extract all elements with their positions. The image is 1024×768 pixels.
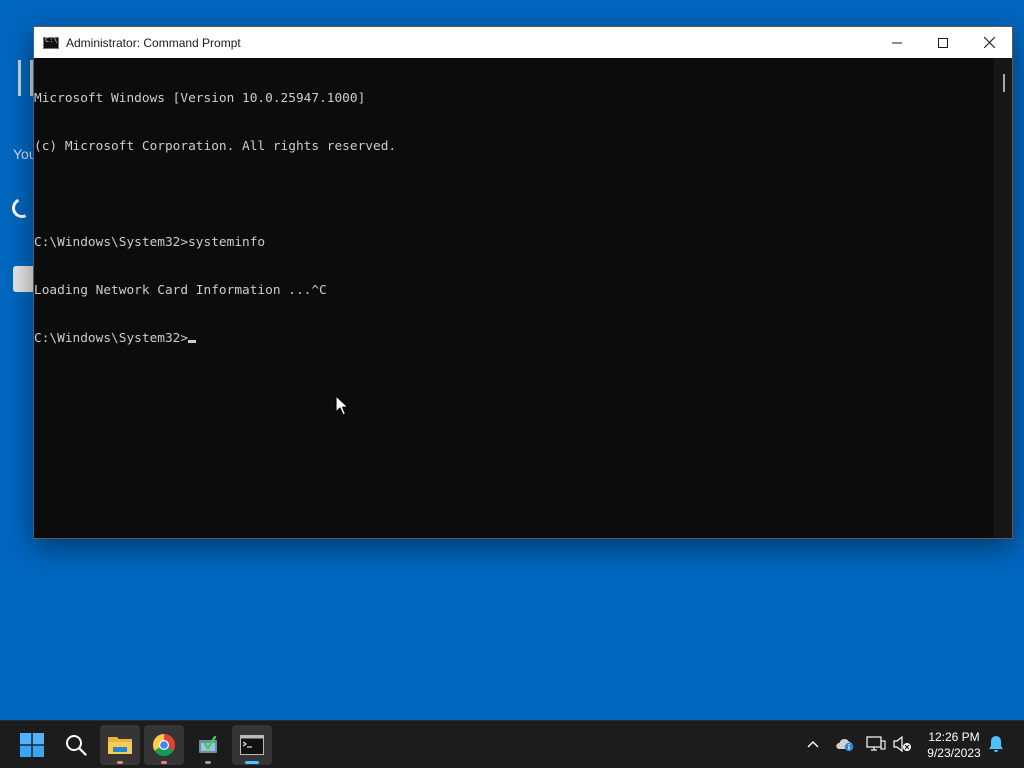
close-button[interactable] xyxy=(966,27,1012,58)
text-cursor xyxy=(188,340,197,343)
console-line: (c) Microsoft Corporation. All rights re… xyxy=(34,139,397,154)
close-icon xyxy=(983,37,995,48)
console-line: Microsoft Windows [Version 10.0.25947.10… xyxy=(34,91,366,106)
volume-tray-button[interactable] xyxy=(892,733,912,755)
show-hidden-icons-button[interactable] xyxy=(803,733,823,755)
vertical-scrollbar[interactable] xyxy=(994,58,1012,538)
taskbar-chrome[interactable] xyxy=(144,725,184,765)
notifications-button[interactable] xyxy=(986,733,1006,755)
folder-icon xyxy=(108,737,132,754)
windows-logo-icon xyxy=(20,733,44,757)
terminal-icon xyxy=(240,735,264,755)
prompt-line[interactable]: C:\Windows\System32> xyxy=(34,331,994,347)
search-button[interactable] xyxy=(56,725,96,765)
command-prompt-window: Administrator: Command Prompt Microsoft … xyxy=(33,26,1013,539)
running-indicator xyxy=(161,761,167,764)
maximize-button[interactable] xyxy=(920,27,966,58)
taskbar: 12:26 PM 9/23/2023 xyxy=(0,720,1024,768)
bell-icon xyxy=(989,736,1003,752)
network-icon xyxy=(866,736,886,751)
clock-date: 9/23/2023 xyxy=(927,746,981,760)
onedrive-tray-button[interactable] xyxy=(835,733,855,755)
background-logo-bar xyxy=(18,60,21,96)
loading-spinner-icon xyxy=(9,195,35,221)
speaker-muted-icon xyxy=(893,735,911,753)
taskbar-app[interactable] xyxy=(188,725,228,765)
system-clock[interactable]: 12:26 PM 9/23/2023 xyxy=(918,729,990,761)
prompt-text: C:\Windows\System32> xyxy=(34,331,189,346)
cloud-info-icon xyxy=(836,738,854,752)
search-icon xyxy=(66,735,87,756)
console-line: Loading Network Card Information ...^C xyxy=(34,283,327,298)
title-bar[interactable]: Administrator: Command Prompt xyxy=(34,27,1012,58)
taskbar-file-explorer[interactable] xyxy=(100,725,140,765)
running-indicator xyxy=(205,761,211,764)
start-button[interactable] xyxy=(12,725,52,765)
chrome-icon xyxy=(153,734,175,756)
network-tray-button[interactable] xyxy=(866,733,886,755)
scrollbar-thumb[interactable] xyxy=(1003,74,1005,92)
minimize-button[interactable] xyxy=(874,27,920,58)
console-line: C:\Windows\System32>systeminfo xyxy=(34,235,266,250)
app-icon xyxy=(199,735,217,753)
minimize-icon xyxy=(892,42,902,43)
clock-time: 12:26 PM xyxy=(928,730,980,744)
chevron-up-icon xyxy=(807,741,819,748)
cmd-app-icon xyxy=(43,36,59,49)
window-title: Administrator: Command Prompt xyxy=(66,35,241,50)
active-indicator xyxy=(245,761,259,764)
running-indicator xyxy=(117,761,123,764)
taskbar-command-prompt[interactable] xyxy=(232,725,272,765)
console-output[interactable]: Microsoft Windows [Version 10.0.25947.10… xyxy=(34,58,994,538)
maximize-icon xyxy=(938,37,948,48)
mouse-pointer-icon xyxy=(335,395,349,416)
